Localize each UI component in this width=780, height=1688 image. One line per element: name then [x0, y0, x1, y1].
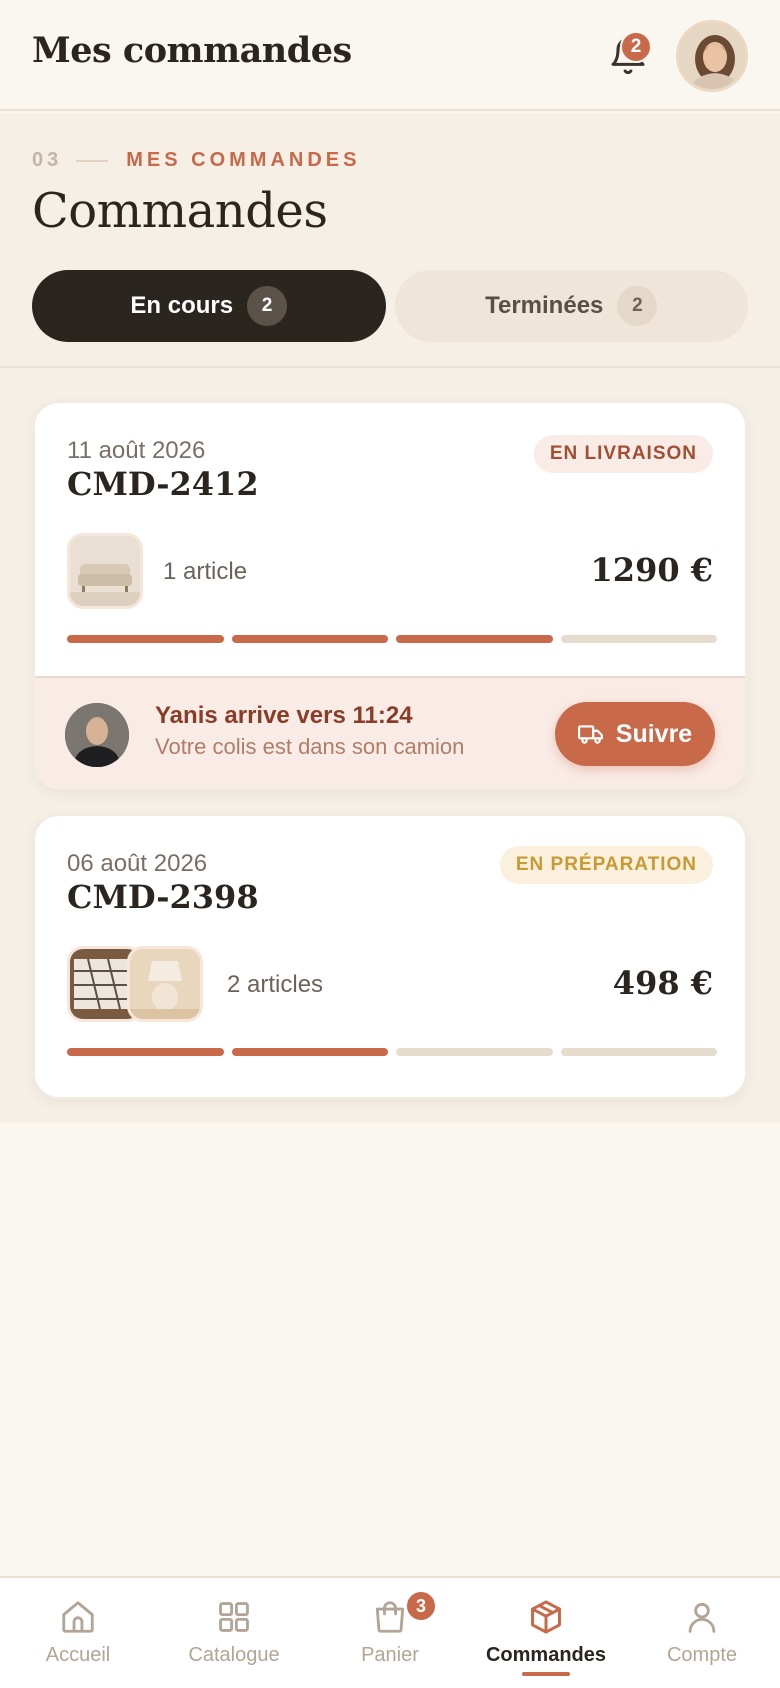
items-count: 1 article [163, 558, 248, 585]
items-count: 2 articles [227, 971, 324, 998]
nav-label: Accueil [45, 1644, 111, 1666]
page-title: Commandes [32, 183, 328, 239]
section-eyebrow: 03 MES COMMANDES [32, 149, 360, 172]
top-app-bar: Mes commandes 2 [0, 0, 780, 111]
nav-label: Catalogue [188, 1644, 280, 1666]
nav-item-accueil[interactable]: Accueil [0, 1578, 156, 1688]
nav-item-commandes[interactable]: Commandes [468, 1578, 624, 1688]
progress-step [231, 635, 388, 643]
courier-eta: Yanis arrive vers 11:24 [155, 702, 413, 729]
nav-item-panier[interactable]: 3 Panier [312, 1578, 468, 1688]
status-badge: EN LIVRAISON [533, 435, 713, 473]
truck-icon [577, 725, 603, 744]
active-indicator [522, 1672, 570, 1676]
order-card[interactable]: 11 août 2026 CMD-2412 EN LIVRAISON 1 art… [33, 401, 747, 790]
progress-step [67, 1048, 224, 1056]
section-eyebrow-label: MES COMMANDES [126, 149, 361, 171]
product-thumbnail-sofa [67, 533, 143, 609]
box-icon [531, 1600, 561, 1634]
grid-icon [219, 1602, 249, 1632]
nav-label: Commandes [485, 1644, 607, 1666]
tab-count-badge: 2 [617, 286, 658, 326]
tab-en-cours[interactable]: En cours 2 [32, 270, 386, 342]
product-thumbnail-lamp [127, 946, 203, 1022]
app-bar-title: Mes commandes [32, 30, 352, 71]
order-date: 06 août 2026 [67, 850, 208, 877]
user-icon [688, 1602, 716, 1633]
order-date: 11 août 2026 [67, 437, 206, 464]
order-reference: CMD-2398 [67, 878, 259, 916]
track-button[interactable]: Suivre [555, 702, 715, 766]
courier-message: Votre colis est dans son camion [155, 734, 465, 759]
tab-label: En cours [130, 292, 234, 319]
order-total: 498 € [612, 964, 713, 1002]
tab-label: Terminées [485, 292, 604, 319]
nav-item-catalogue[interactable]: Catalogue [156, 1578, 312, 1688]
progress-step [396, 1048, 553, 1056]
nav-label: Panier [361, 1644, 419, 1666]
progress-step [396, 635, 553, 643]
user-avatar[interactable] [676, 20, 748, 92]
order-total: 1290 € [590, 551, 713, 589]
progress-step [67, 635, 224, 643]
progress-step [231, 1048, 388, 1056]
order-reference: CMD-2412 [67, 465, 259, 503]
orders-section: 03 MES COMMANDES Commandes En cours 2 Te… [0, 113, 780, 1123]
cart-badge: 3 [404, 1589, 438, 1623]
courier-avatar [65, 703, 129, 767]
notification-badge: 2 [620, 31, 652, 63]
order-progress-bar [67, 1048, 717, 1056]
order-progress-bar [67, 635, 717, 643]
bottom-navigation: Accueil Catalogue 3 Panier Commandes Com… [0, 1576, 780, 1688]
home-icon [62, 1601, 94, 1633]
courier-banner: Yanis arrive vers 11:24 Votre colis est … [35, 676, 745, 788]
tab-terminees[interactable]: Terminées 2 [394, 270, 748, 342]
order-tabs: En cours 2 Terminées 2 [32, 270, 748, 342]
progress-step [560, 1048, 717, 1056]
status-badge: EN PRÉPARATION [499, 846, 713, 884]
nav-item-compte[interactable]: Compte [624, 1578, 780, 1688]
progress-step [560, 635, 717, 643]
track-button-label: Suivre [615, 719, 693, 748]
section-number: 03 [32, 149, 63, 171]
nav-label: Compte [666, 1644, 738, 1666]
eyebrow-divider [76, 159, 109, 162]
order-card[interactable]: 06 août 2026 CMD-2398 EN PRÉPARATION 2 a… [33, 814, 747, 1099]
divider [0, 366, 780, 368]
tab-count-badge: 2 [247, 286, 288, 326]
